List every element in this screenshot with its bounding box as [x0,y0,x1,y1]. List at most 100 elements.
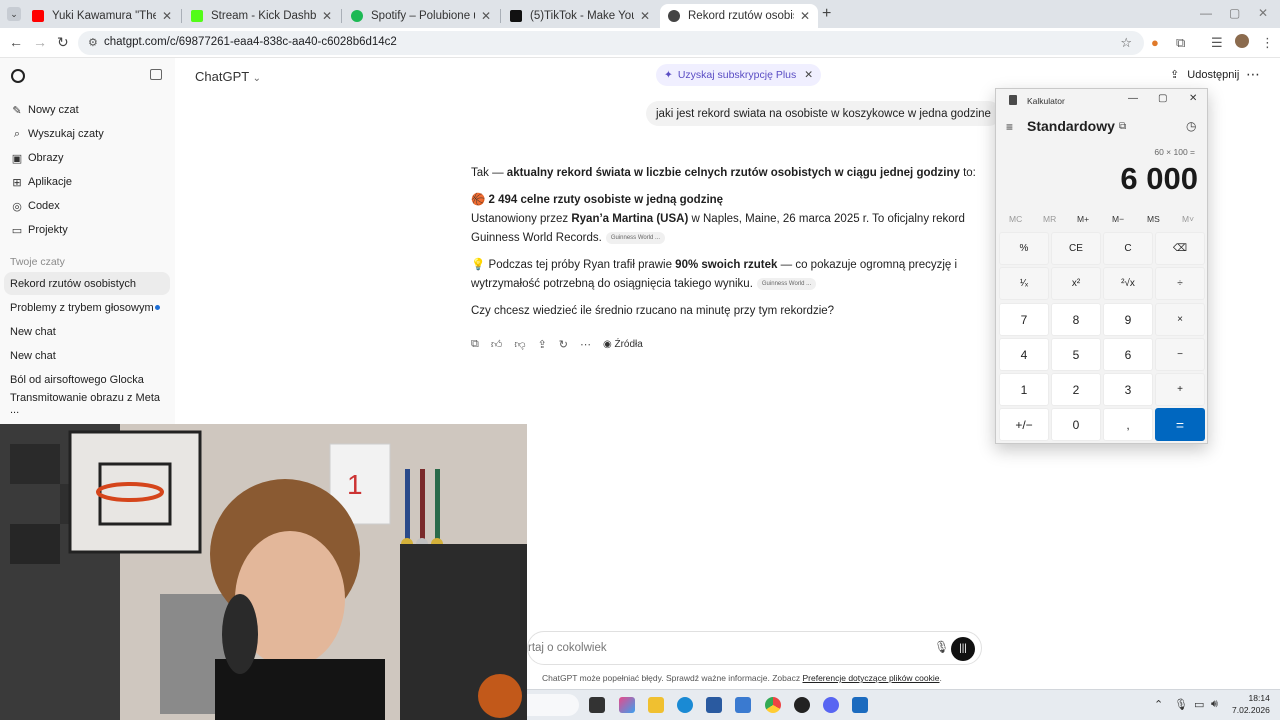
digit-1-key[interactable]: 1 [999,373,1049,406]
back-icon[interactable]: ← [9,34,23,50]
memory-clear-button[interactable]: MC [1009,214,1022,224]
tab-spotify[interactable]: Spotify – Polubione utwory ✕ [343,4,499,28]
sidebar-toggle-icon[interactable] [150,69,162,80]
close-tab-icon[interactable]: ✕ [640,9,650,23]
digit-4-key[interactable]: 4 [999,338,1049,371]
outlook-icon[interactable] [735,697,751,713]
sidebar-item-codex[interactable]: ◎ Codex [10,195,60,217]
calculator-titlebar[interactable]: Kalkulator — ▢ ✕ [996,89,1207,113]
equals-key[interactable]: = [1155,408,1205,441]
share-button[interactable]: ⇪ Udostępnij [1170,68,1239,81]
calculator-taskbar-icon[interactable] [852,697,868,713]
sources-button[interactable]: ◉ Źródła [603,339,643,350]
profile-avatar[interactable] [1235,34,1249,48]
voice-mode-button[interactable]: ||| [951,637,975,661]
extensions-puzzle-icon[interactable]: ⧉ [1176,35,1185,51]
taskbar-search-box[interactable] [527,694,579,716]
close-icon[interactable]: ✕ [804,69,813,81]
more-icon[interactable]: ⋯ [580,338,591,351]
digit-2-key[interactable]: 2 [1051,373,1101,406]
network-icon[interactable]: ▭ [1194,698,1204,711]
browser-menu-icon[interactable]: ⋮ [1261,35,1274,51]
share-icon[interactable]: ⇪ [538,338,547,351]
maximize-window-icon[interactable]: ▢ [1229,6,1240,20]
reload-icon[interactable]: ↻ [57,34,69,51]
microphone-tray-icon[interactable]: 🎙︎ [1174,698,1188,711]
new-tab-button[interactable]: + [822,5,831,23]
square-key[interactable]: x² [1051,267,1101,300]
volume-icon[interactable]: 🔊︎ [1211,698,1218,711]
digit-6-key[interactable]: 6 [1103,338,1153,371]
chat-history-item[interactable]: Rekord rzutów osobistych [4,272,170,295]
store-icon[interactable] [706,697,722,713]
minimize-icon[interactable]: — [1128,93,1138,104]
copilot-icon[interactable] [619,697,635,713]
sidebar-item-search[interactable]: ⌕ Wyszukaj czaty [10,123,104,145]
copy-icon[interactable]: ⧉ [471,338,479,351]
multiply-key[interactable]: × [1155,303,1205,336]
chrome-icon[interactable] [765,697,781,713]
memory-add-button[interactable]: M+ [1077,214,1089,224]
tab-search-icon[interactable]: ⌄ [7,7,21,21]
tab-search-list-icon[interactable]: ☰ [1211,35,1223,51]
sidebar-item-projects[interactable]: ▭ Projekty [10,219,68,241]
chat-history-item[interactable]: Transmitowanie obrazu z Meta ... [4,392,170,416]
memory-subtract-button[interactable]: M− [1112,214,1124,224]
cookie-preferences-link[interactable]: Preferencje dotyczące plików cookie [802,673,939,683]
address-bar[interactable]: ⚙ chatgpt.com/c/69877261-eaa4-838c-aa40-… [78,31,1144,55]
tab-youtube[interactable]: Yuki Kawamura "The Magician" ✕ [24,4,180,28]
chat-history-item[interactable]: New chat [4,320,170,343]
thumbs-down-icon[interactable]: 👎︎ [514,338,525,351]
sidebar-item-new-chat[interactable]: ✎ Nowy czat [10,99,78,121]
digit-0-key[interactable]: 0 [1051,408,1101,441]
taskbar-clock[interactable]: 18:14 7.02.2026 [1232,692,1270,716]
memory-list-button[interactable]: M˅ [1182,214,1194,224]
tab-tiktok[interactable]: (5)TikTok - Make Your Day ✕ [502,4,658,28]
percent-key[interactable]: % [999,232,1049,265]
negate-key[interactable]: +/− [999,408,1049,441]
digit-5-key[interactable]: 5 [1051,338,1101,371]
task-view-icon[interactable] [589,697,605,713]
more-options-icon[interactable]: ⋯ [1246,66,1260,83]
chat-history-item[interactable]: Problemy z trybem głosowym [4,296,170,319]
hamburger-menu-icon[interactable]: ≡ [1006,120,1013,134]
microphone-icon[interactable]: 🎙︎ [934,640,949,654]
keep-on-top-icon[interactable]: ⧉ [1119,121,1126,132]
chat-history-item[interactable]: Ból od airsoftowego Glocka [4,368,170,391]
citation-chip[interactable]: Guinness World ... [756,277,817,290]
url-text[interactable]: chatgpt.com/c/69877261-eaa4-838c-aa40-c6… [104,36,397,48]
digit-3-key[interactable]: 3 [1103,373,1153,406]
tab-kick[interactable]: Stream - Kick Dashboard ✕ [183,4,340,28]
close-tab-icon[interactable]: ✕ [481,9,491,23]
sidebar-item-apps[interactable]: ⊞ Aplikacje [10,171,72,193]
backspace-key[interactable]: ⌫ [1155,232,1205,265]
site-info-icon[interactable]: ⚙ [88,36,98,49]
digit-8-key[interactable]: 8 [1051,303,1101,336]
composer-placeholder[interactable]: rtaj o cokolwiek [528,642,607,654]
clear-entry-key[interactable]: CE [1051,232,1101,265]
digit-9-key[interactable]: 9 [1103,303,1153,336]
decimal-key[interactable]: , [1103,408,1153,441]
close-tab-icon[interactable]: ✕ [162,9,172,23]
tab-chatgpt[interactable]: Rekord rzutów osobistych ✕ [660,4,818,28]
citation-chip[interactable]: Guinness World ... [605,231,666,244]
chat-history-item[interactable]: New chat [4,344,170,367]
discord-icon[interactable] [823,697,839,713]
forward-icon[interactable]: → [33,34,47,50]
digit-7-key[interactable]: 7 [999,303,1049,336]
model-selector[interactable]: ChatGPT ⌄ [195,69,261,84]
upgrade-plus-pill[interactable]: ✦ Uzyskaj subskrypcję Plus ✕ [656,64,822,86]
regenerate-icon[interactable]: ↻ [559,338,568,351]
thumbs-up-icon[interactable]: 👍︎ [491,338,503,351]
close-icon[interactable]: ✕ [1189,93,1197,104]
close-tab-icon[interactable]: ✕ [800,9,810,23]
memory-recall-button[interactable]: MR [1043,214,1056,224]
show-hidden-icons-icon[interactable]: ⌃ [1154,698,1163,711]
edge-icon[interactable] [677,697,693,713]
divide-key[interactable]: ÷ [1155,267,1205,300]
obs-icon[interactable] [794,697,810,713]
close-tab-icon[interactable]: ✕ [322,9,332,23]
extension-icon[interactable]: ● [1151,35,1159,50]
subtract-key[interactable]: − [1155,338,1205,371]
sidebar-item-images[interactable]: ▣ Obrazy [10,147,64,169]
